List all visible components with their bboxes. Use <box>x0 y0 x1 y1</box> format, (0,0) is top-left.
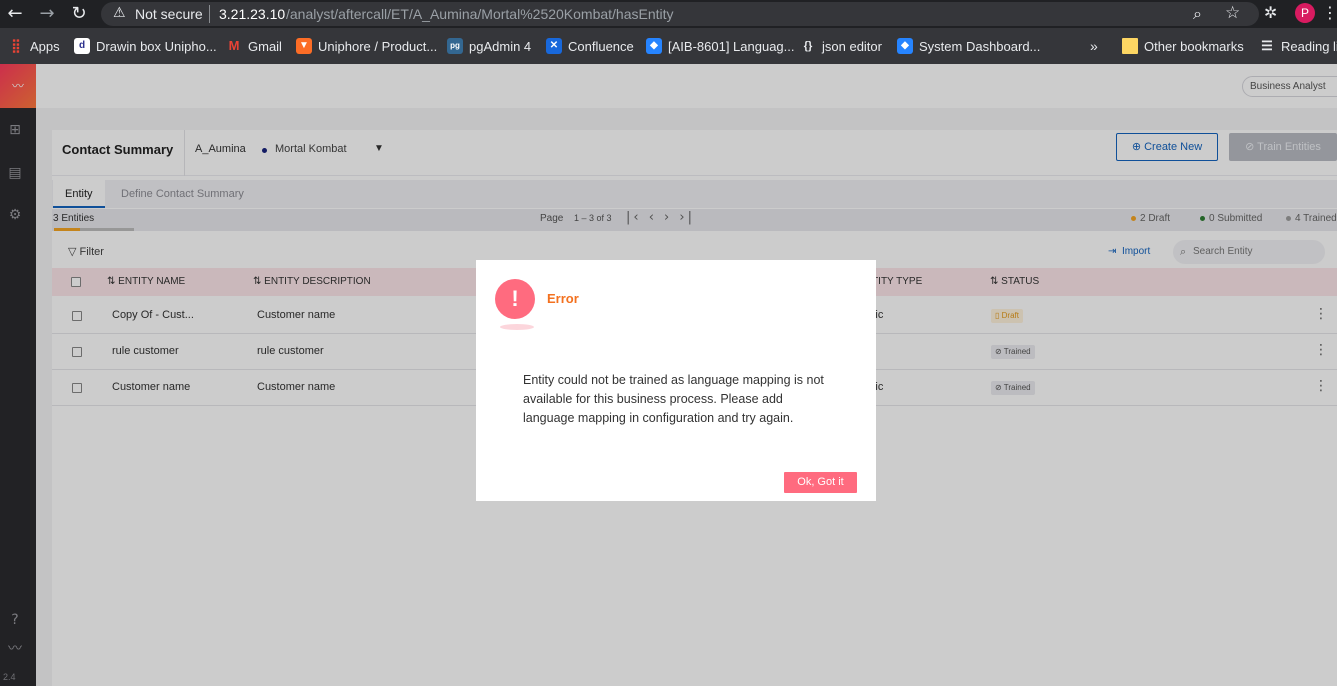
confluence-icon: ✕ <box>546 38 562 54</box>
bookmark-confluence[interactable]: ✕ Confluence <box>546 36 634 56</box>
back-icon[interactable]: ← <box>4 4 26 24</box>
pgadmin-icon: pg <box>447 38 463 54</box>
bookmark-star-icon[interactable]: ☆ <box>1225 3 1240 23</box>
bookmark-reading-list[interactable]: ☰ Reading list <box>1259 36 1337 56</box>
bookmark-other[interactable]: Other bookmarks <box>1122 36 1244 56</box>
jira-icon: ◆ <box>646 38 662 54</box>
bookmark-json-editor[interactable]: {} json editor <box>800 36 882 56</box>
app-window: 〰 ⊞ ▤ ⚙ ? 〰 2.4 Business Analyst Contact… <box>0 64 1337 686</box>
bookmark-label: Other bookmarks <box>1144 38 1244 54</box>
bookmark-label: [AIB-8601] Languag... <box>668 38 795 54</box>
error-icon-shadow <box>500 324 534 330</box>
browser-toolbar: ← → ↻ ⚠ Not secure 3.21.23.10 /analyst/a… <box>0 0 1337 28</box>
bookmarks-bar: ⣿ Apps d Drawin box Unipho... M Gmail ▼ … <box>0 32 1337 58</box>
gmail-icon: M <box>228 38 240 53</box>
extensions-icon[interactable]: ✲ <box>1264 3 1277 22</box>
bookmark-label: Apps <box>30 38 60 54</box>
bookmark-label: pgAdmin 4 <box>469 38 532 54</box>
bookmark-label: Uniphore / Product... <box>318 38 438 54</box>
dialog-message: Entity could not be trained as language … <box>523 373 824 425</box>
darwinbox-icon: d <box>74 38 90 54</box>
bookmark-jira-ticket[interactable]: ◆ [AIB-8601] Languag... <box>646 36 794 56</box>
bookmark-label: Gmail <box>248 38 282 54</box>
forward-icon[interactable]: → <box>36 4 58 24</box>
reading-list-icon: ☰ <box>1261 38 1273 53</box>
braces-icon: {} <box>803 40 813 52</box>
address-divider <box>209 5 210 23</box>
bookmark-darwinbox[interactable]: d Drawin box Unipho... <box>74 36 217 56</box>
error-icon: ! <box>495 279 535 319</box>
bookmark-label: Reading list <box>1281 38 1337 54</box>
warning-icon: ⚠ <box>113 5 126 21</box>
profile-avatar[interactable]: P <box>1295 3 1315 23</box>
bookmark-apps[interactable]: ⣿ Apps <box>8 36 60 56</box>
bookmark-uniphore[interactable]: ▼ Uniphore / Product... <box>296 36 437 56</box>
browser-chrome: ← → ↻ ⚠ Not secure 3.21.23.10 /analyst/a… <box>0 0 1337 64</box>
address-bar[interactable]: ⚠ Not secure 3.21.23.10 /analyst/afterca… <box>101 2 1259 26</box>
bookmark-gmail[interactable]: M Gmail <box>226 36 282 56</box>
security-label: Not secure <box>135 6 203 22</box>
browser-menu-icon[interactable]: ⋮ <box>1322 3 1337 22</box>
bookmark-pgadmin[interactable]: pg pgAdmin 4 <box>447 36 531 56</box>
url-path: /analyst/aftercall/ET/A_Aumina/Mortal%25… <box>286 6 674 22</box>
bookmark-label: System Dashboard... <box>919 38 1041 54</box>
jira-icon: ◆ <box>897 38 913 54</box>
gitlab-icon: ▼ <box>296 38 312 54</box>
bookmark-label: json editor <box>822 38 882 54</box>
url-host: 3.21.23.10 <box>219 6 286 22</box>
apps-grid-icon: ⣿ <box>11 38 21 53</box>
search-icon[interactable]: ⌕ <box>1193 4 1202 24</box>
folder-icon <box>1122 38 1138 54</box>
reload-icon[interactable]: ↻ <box>68 4 90 24</box>
bookmark-system-dashboard[interactable]: ◆ System Dashboard... <box>897 36 1040 56</box>
ok-got-it-button[interactable]: Ok, Got it <box>784 472 857 493</box>
bookmark-label: Drawin box Unipho... <box>96 38 217 54</box>
dialog-title: Error <box>547 291 579 306</box>
bookmarks-overflow[interactable]: » <box>1090 36 1098 56</box>
error-dialog: ! Error Entity could not be trained as l… <box>476 260 876 501</box>
bookmark-label: Confluence <box>568 38 634 54</box>
